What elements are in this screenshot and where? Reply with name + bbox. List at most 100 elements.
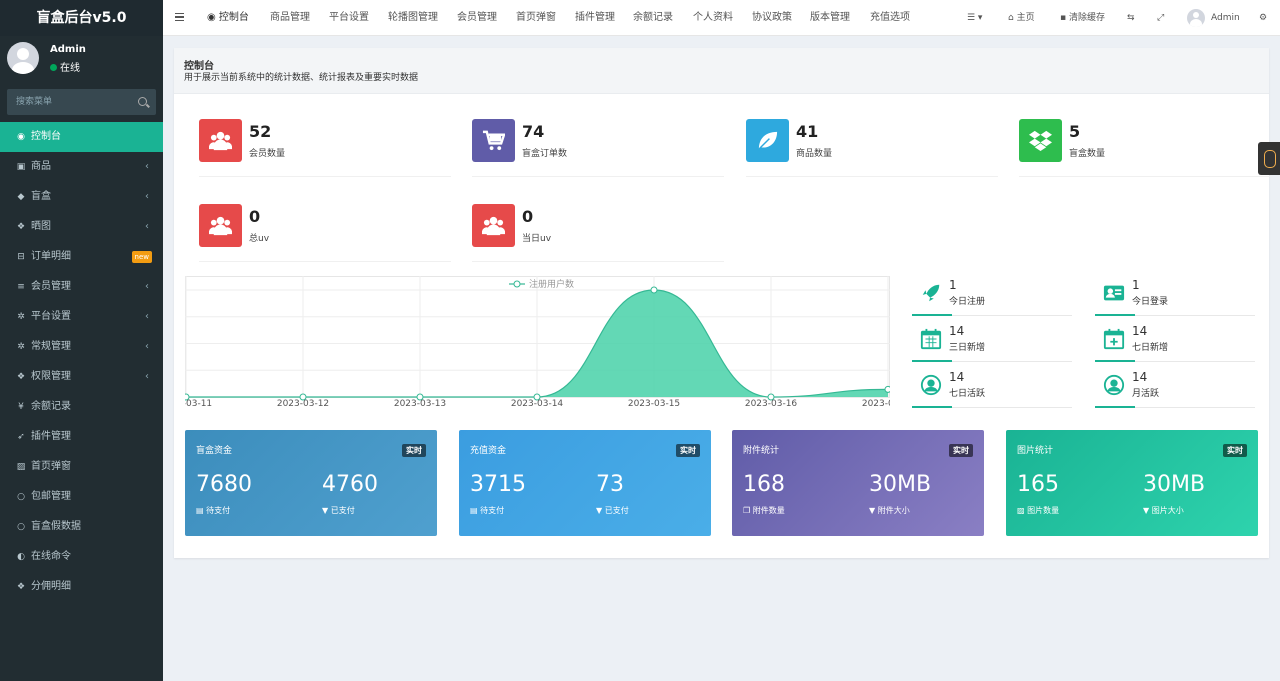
sidebar-item-label: 余额记录 (31, 401, 71, 412)
fullscreen-icon[interactable]: ⤢ (1157, 0, 1164, 36)
mini-stat-divider (1135, 361, 1255, 362)
float-mouse-icon[interactable] (1258, 142, 1280, 175)
mini-stat-underline (912, 406, 952, 408)
database-icon: ▤ (470, 506, 481, 515)
tab-9[interactable]: 协议政策 (752, 0, 792, 36)
sidebar-item-14[interactable]: ◐ 在线命令 (0, 542, 163, 572)
database-icon: ▤ (196, 506, 207, 515)
sidebar-item-5[interactable]: ≡ 会员管理 ‹ (0, 272, 163, 302)
sidebar-item-label: 会员管理 (31, 281, 71, 292)
stat-box: 0 当日uv (472, 204, 724, 262)
list-dropdown-icon[interactable]: ☰ ▾ (967, 0, 982, 36)
sidebar-item-7[interactable]: ✲ 常规管理 ‹ (0, 332, 163, 362)
sidebar-item-2[interactable]: ◆ 盲盒 ‹ (0, 182, 163, 212)
mini-stat-underline (912, 314, 952, 316)
stat-box: 5 盲盒数量 (1019, 119, 1271, 177)
topbar: ◉ 控制台 商品管理 平台设置 轮播图管理 会员管理 首页弹窗 插件管理 余额记录 个人资料 协议… (163, 0, 1280, 36)
tab-3[interactable]: 轮播图管理 (388, 0, 438, 36)
user-circle-icon (920, 374, 942, 396)
sidebar-item-label: 首页弹窗 (31, 461, 71, 472)
menu-toggle-icon[interactable] (175, 13, 184, 21)
legend-label: 注册用户数 (529, 278, 574, 290)
calendar-plus-icon (1103, 328, 1125, 350)
card-value-primary: 168 (743, 472, 785, 497)
data-point[interactable] (884, 385, 890, 393)
mini-stat-divider (1135, 407, 1255, 408)
dropbox-icon: ❖ (16, 222, 26, 232)
user-panel: Admin 在线 (0, 36, 163, 84)
card-value-secondary: 30MB (1143, 472, 1206, 497)
cart-icon (482, 130, 505, 151)
filter-icon: ▼ (596, 506, 605, 515)
calendar-icon (920, 328, 942, 350)
sidebar-item-10[interactable]: ➶ 插件管理 (0, 422, 163, 452)
tab-6[interactable]: 插件管理 (575, 0, 615, 36)
mini-stat-label: 今日登录 (1132, 297, 1169, 307)
settings-gear-icon[interactable]: ⚙ (1259, 0, 1267, 36)
language-icon[interactable]: ⇆ (1127, 0, 1135, 36)
tab-1[interactable]: 商品管理 (270, 0, 310, 36)
mini-stat-label: 三日新增 (949, 343, 986, 353)
tab-8[interactable]: 个人资料 (693, 0, 733, 36)
clear-cache-button[interactable]: ▪ 清除缓存 (1060, 0, 1105, 36)
admin-menu[interactable]: Admin (1211, 0, 1240, 36)
brand-title[interactable]: 盲盒后台v5.0 (0, 0, 163, 36)
mini-stat-label: 月活跃 (1132, 389, 1160, 399)
users-icon (482, 216, 505, 236)
sidebar-item-12[interactable]: ○ 包邮管理 (0, 482, 163, 512)
sidebar-item-11[interactable]: ▨ 首页弹窗 (0, 452, 163, 482)
stat-value: 52 (249, 122, 272, 141)
tab-7[interactable]: 余额记录 (633, 0, 673, 36)
chart-legend[interactable]: 注册用户数 (509, 278, 574, 290)
dashboard-panel: 控制台 用于展示当前系统中的统计数据、统计报表及重要实时数据 52 会员数量 74 盲… (174, 48, 1271, 558)
chevron-left-icon: ‹ (145, 341, 149, 352)
sidebar-item-15[interactable]: ❖ 分佣明细 (0, 572, 163, 602)
mini-stat-underline (1095, 314, 1135, 316)
users-icon (209, 131, 232, 151)
search-input[interactable] (7, 89, 127, 115)
sidebar-item-4[interactable]: ⊟ 订单明细 new (0, 242, 163, 272)
sidebar-item-13[interactable]: ○ 盲盒假数据 (0, 512, 163, 542)
top-avatar[interactable] (1187, 9, 1205, 27)
sidebar-item-label: 盲盒假数据 (31, 521, 81, 532)
sidebar-item-3[interactable]: ❖ 晒图 ‹ (0, 212, 163, 242)
sidebar-item-8[interactable]: ❖ 权限管理 ‹ (0, 362, 163, 392)
stat-icon-box (1019, 119, 1062, 162)
trash-icon: ▪ (1060, 13, 1069, 23)
file-icon: ❐ (743, 506, 753, 515)
tab-2[interactable]: 平台设置 (329, 0, 369, 36)
mini-stat-label: 七日活跃 (949, 389, 986, 399)
summary-card: 附件统计 实时 168 30MB ❐ 附件数量 ▼ 附件大小 (732, 430, 984, 536)
filter-icon: ▼ (322, 506, 331, 515)
tab-11[interactable]: 充值选项 (870, 0, 910, 36)
data-point[interactable] (650, 286, 658, 294)
dashboard-icon: ◉ (17, 132, 25, 142)
card-title: 图片统计 (1017, 446, 1054, 456)
home-link[interactable]: ⌂ 主页 (1008, 0, 1035, 36)
sidebar-item-1[interactable]: ▣ 商品 ‹ (0, 152, 163, 182)
mini-stat-value: 14 (949, 370, 965, 384)
user-status: 在线 (50, 59, 80, 74)
sidebar-item-6[interactable]: ✲ 平台设置 ‹ (0, 302, 163, 332)
tab-10[interactable]: 版本管理 (810, 0, 850, 36)
sidebar-item-9[interactable]: ¥ 余额记录 (0, 392, 163, 422)
tab-5[interactable]: 首页弹窗 (516, 0, 556, 36)
chevron-left-icon: ‹ (145, 371, 149, 382)
page-subtitle: 用于展示当前系统中的统计数据、统计报表及重要实时数据 (184, 73, 419, 83)
stat-box: 52 会员数量 (199, 119, 451, 177)
stat-value: 74 (522, 122, 545, 141)
stat-label: 当日uv (522, 234, 552, 244)
x-tick-label: 2023-03-17 (862, 399, 890, 406)
user-name: Admin (50, 44, 86, 55)
card-label-primary: ❐ 附件数量 (743, 506, 785, 515)
sidebar-item-0[interactable]: ◉ 控制台 (0, 122, 163, 152)
tab-4[interactable]: 会员管理 (457, 0, 497, 36)
mini-stat-value: 14 (1132, 324, 1148, 338)
panel-header: 控制台 用于展示当前系统中的统计数据、统计报表及重要实时数据 (174, 48, 1269, 94)
search-icon[interactable] (138, 97, 147, 106)
circle-icon: ○ (17, 492, 25, 502)
sidebar-item-label: 商品 (31, 161, 51, 172)
tab-0[interactable]: ◉ 控制台 (207, 0, 249, 36)
content-area: 控制台 用于展示当前系统中的统计数据、统计报表及重要实时数据 52 会员数量 74 盲… (163, 36, 1280, 681)
avatar (7, 42, 39, 74)
